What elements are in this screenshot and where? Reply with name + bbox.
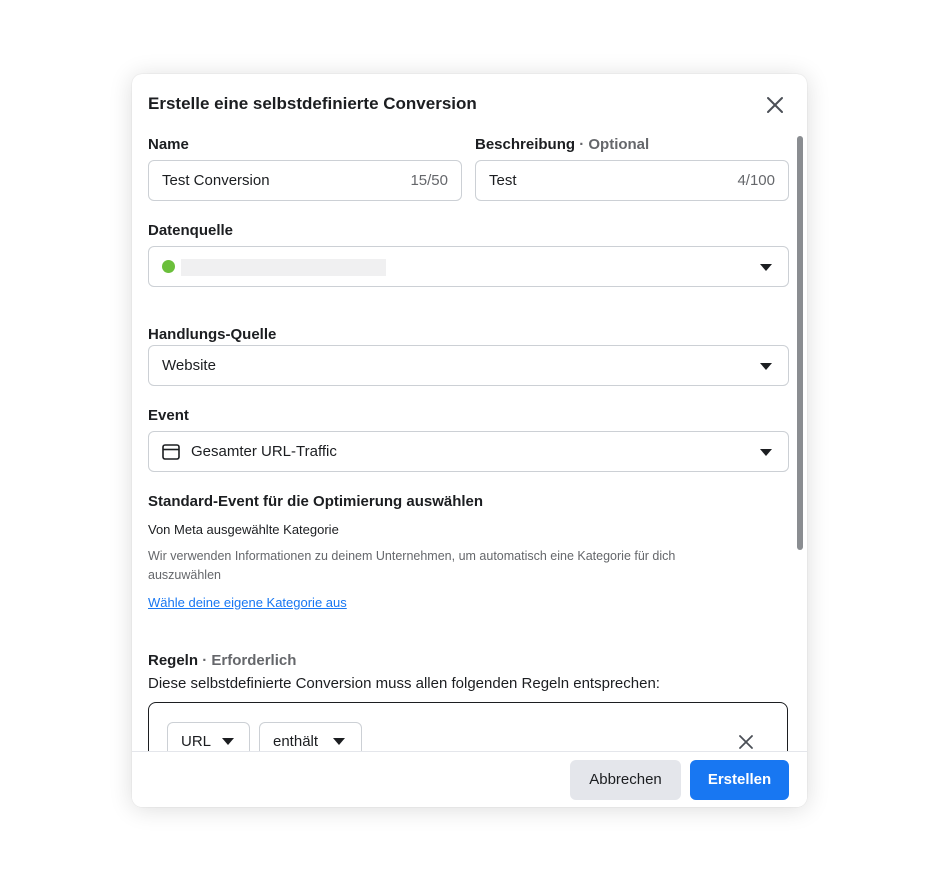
description-input-value: Test <box>489 172 517 189</box>
choose-own-category-link[interactable]: Wähle deine eigene Kategorie aus <box>148 595 347 610</box>
category-help-text: Wir verwenden Informationen zu deinem Un… <box>148 549 676 582</box>
chevron-down-icon <box>760 449 772 456</box>
category-text: Von Meta ausgewählte Kategorie <box>148 522 339 537</box>
create-custom-conversion-dialog: Erstelle eine selbstdefinierte Conversio… <box>132 74 807 807</box>
datasource-label: Datenquelle <box>148 222 234 239</box>
name-char-counter: 15/50 <box>410 172 448 189</box>
name-label: Name <box>148 136 189 153</box>
rules-label-text: Regeln <box>148 652 199 669</box>
description-label: Beschreibung · Optional <box>475 136 649 153</box>
browser-window-icon <box>161 442 181 467</box>
chevron-down-icon <box>222 738 234 745</box>
close-icon[interactable] <box>764 94 786 116</box>
scrollbar[interactable] <box>797 136 803 550</box>
event-label: Event <box>148 407 189 424</box>
dialog-title: Erstelle eine selbstdefinierte Conversio… <box>148 94 477 113</box>
chevron-down-icon <box>333 738 345 745</box>
rule-field-value: URL <box>181 733 212 750</box>
required-marker: · Erforderlich <box>202 652 297 669</box>
action-source-select[interactable]: Website <box>148 345 789 386</box>
datasource-select[interactable] <box>148 246 789 287</box>
description-label-text: Beschreibung <box>475 136 576 153</box>
description-char-counter: 4/100 <box>737 172 775 189</box>
chevron-down-icon <box>760 264 772 271</box>
create-button[interactable]: Erstellen <box>690 760 789 800</box>
remove-rule-icon[interactable] <box>737 733 755 751</box>
rule-operator-value: enthält <box>273 733 319 750</box>
name-input[interactable]: Test Conversion 15/50 <box>148 160 462 201</box>
event-value: Gesamter URL-Traffic <box>191 443 337 460</box>
chevron-down-icon <box>760 363 772 370</box>
action-source-label: Handlungs-Quelle <box>148 326 277 343</box>
description-input[interactable]: Test 4/100 <box>475 160 789 201</box>
event-select[interactable]: Gesamter URL-Traffic <box>148 431 789 472</box>
dialog-footer: Abbrechen Erstellen <box>132 751 807 807</box>
cancel-button[interactable]: Abbrechen <box>570 760 681 800</box>
action-source-value: Website <box>162 357 216 374</box>
standard-event-heading: Standard-Event für die Optimierung auswä… <box>148 493 484 510</box>
status-dot-icon <box>162 260 175 273</box>
rules-label: Regeln · Erforderlich <box>148 652 296 669</box>
name-input-value: Test Conversion <box>162 172 270 189</box>
rules-description: Diese selbstdefinierte Conversion muss a… <box>148 675 660 692</box>
redacted-datasource-name <box>181 259 386 276</box>
optional-marker: · Optional <box>579 136 650 153</box>
